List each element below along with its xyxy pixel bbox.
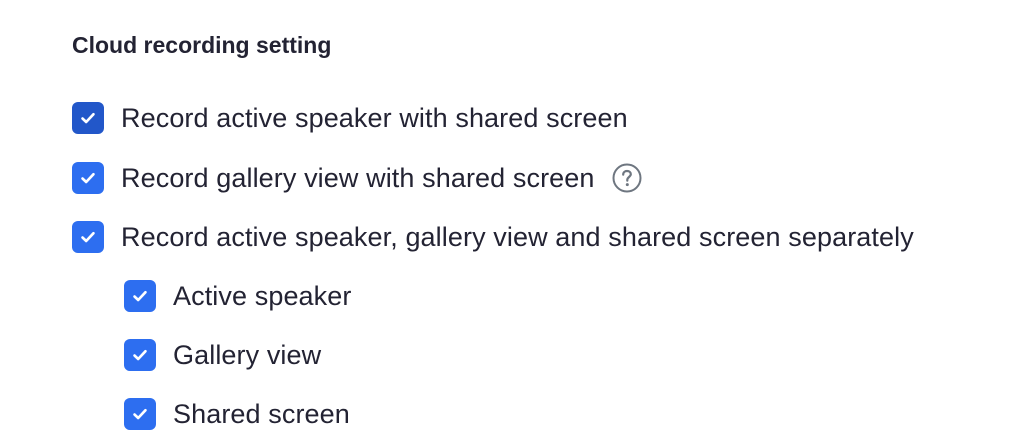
question-circle-icon[interactable] <box>611 162 643 194</box>
checkmark-icon <box>133 349 147 361</box>
option-label: Active speaker <box>173 281 352 311</box>
checkbox-checked[interactable] <box>124 339 156 371</box>
section-title: Cloud recording setting <box>72 32 332 58</box>
suboption-gallery-view[interactable]: Gallery view <box>124 338 321 372</box>
option-label: Record gallery view with shared screen <box>121 163 595 193</box>
checkmark-icon <box>133 290 147 302</box>
cloud-recording-settings-section: Cloud recording setting Record active sp… <box>0 0 1036 448</box>
checkbox-checked[interactable] <box>72 162 104 194</box>
option-label: Gallery view <box>173 340 322 370</box>
checkbox-checked[interactable] <box>124 280 156 312</box>
checkbox-checked[interactable] <box>72 102 104 134</box>
option-record-separately[interactable]: Record active speaker, gallery view and … <box>72 220 914 254</box>
option-record-active-speaker-shared-screen[interactable]: Record active speaker with shared screen <box>72 101 628 135</box>
checkmark-icon <box>133 408 147 420</box>
suboption-active-speaker[interactable]: Active speaker <box>124 279 351 313</box>
checkbox-checked[interactable] <box>72 221 104 253</box>
checkbox-checked[interactable] <box>124 398 156 430</box>
checkmark-icon <box>81 112 95 124</box>
suboption-shared-screen[interactable]: Shared screen <box>124 397 350 431</box>
checkmark-icon <box>81 231 95 243</box>
option-label: Record active speaker with shared screen <box>121 103 628 133</box>
checkmark-icon <box>81 172 95 184</box>
option-label: Shared screen <box>173 399 350 429</box>
option-label: Record active speaker, gallery view and … <box>121 222 914 252</box>
option-record-gallery-view-shared-screen[interactable]: Record gallery view with shared screen <box>72 161 643 195</box>
